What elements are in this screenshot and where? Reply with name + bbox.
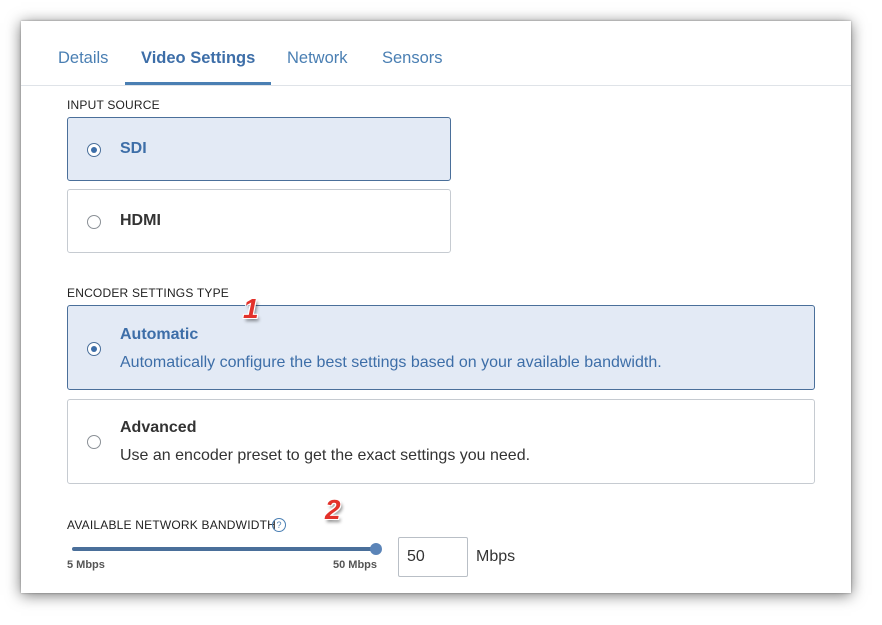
settings-panel: Details Video Settings Network Sensors I… xyxy=(21,21,851,593)
tab-details[interactable]: Details xyxy=(58,21,108,83)
tab-bar: Details Video Settings Network Sensors xyxy=(21,21,851,86)
hdmi-radio[interactable] xyxy=(87,215,101,229)
input-source-sdi-option[interactable]: SDI xyxy=(67,117,451,181)
slider-max-label: 50 Mbps xyxy=(333,559,378,571)
advanced-description: Use an encoder preset to get the exact s… xyxy=(120,447,531,464)
encoder-advanced-option[interactable]: Advanced Use an encoder preset to get th… xyxy=(67,399,815,484)
hdmi-label: HDMI xyxy=(120,212,161,229)
tab-network[interactable]: Network xyxy=(287,21,348,83)
sdi-radio[interactable] xyxy=(87,143,101,157)
bandwidth-unit: Mbps xyxy=(476,548,516,565)
automatic-description: Automatically configure the best setting… xyxy=(120,354,662,371)
bandwidth-slider-handle[interactable] xyxy=(370,543,382,555)
bandwidth-input[interactable] xyxy=(398,537,468,577)
question-circle-icon[interactable]: ? xyxy=(272,518,286,532)
automatic-radio[interactable] xyxy=(87,342,101,356)
bandwidth-label: AVAILABLE NETWORK BANDWIDTH xyxy=(67,518,276,532)
input-source-label: INPUT SOURCE xyxy=(67,98,160,112)
annotation-marker-2: 2 xyxy=(325,494,341,525)
automatic-title: Automatic xyxy=(120,326,199,343)
advanced-radio[interactable] xyxy=(87,435,101,449)
advanced-title: Advanced xyxy=(120,419,197,436)
sdi-label: SDI xyxy=(120,140,147,157)
input-source-hdmi-option[interactable]: HDMI xyxy=(67,189,451,253)
annotation-marker-1: 1 xyxy=(243,293,259,324)
slider-min-label: 5 Mbps xyxy=(67,559,105,571)
encoder-settings-type-label: ENCODER SETTINGS TYPE xyxy=(67,286,230,300)
encoder-automatic-option[interactable]: Automatic Automatically configure the be… xyxy=(67,305,815,390)
bandwidth-slider-track[interactable] xyxy=(72,547,376,551)
tab-sensors[interactable]: Sensors xyxy=(382,21,443,83)
tab-video-settings[interactable]: Video Settings xyxy=(125,21,272,85)
